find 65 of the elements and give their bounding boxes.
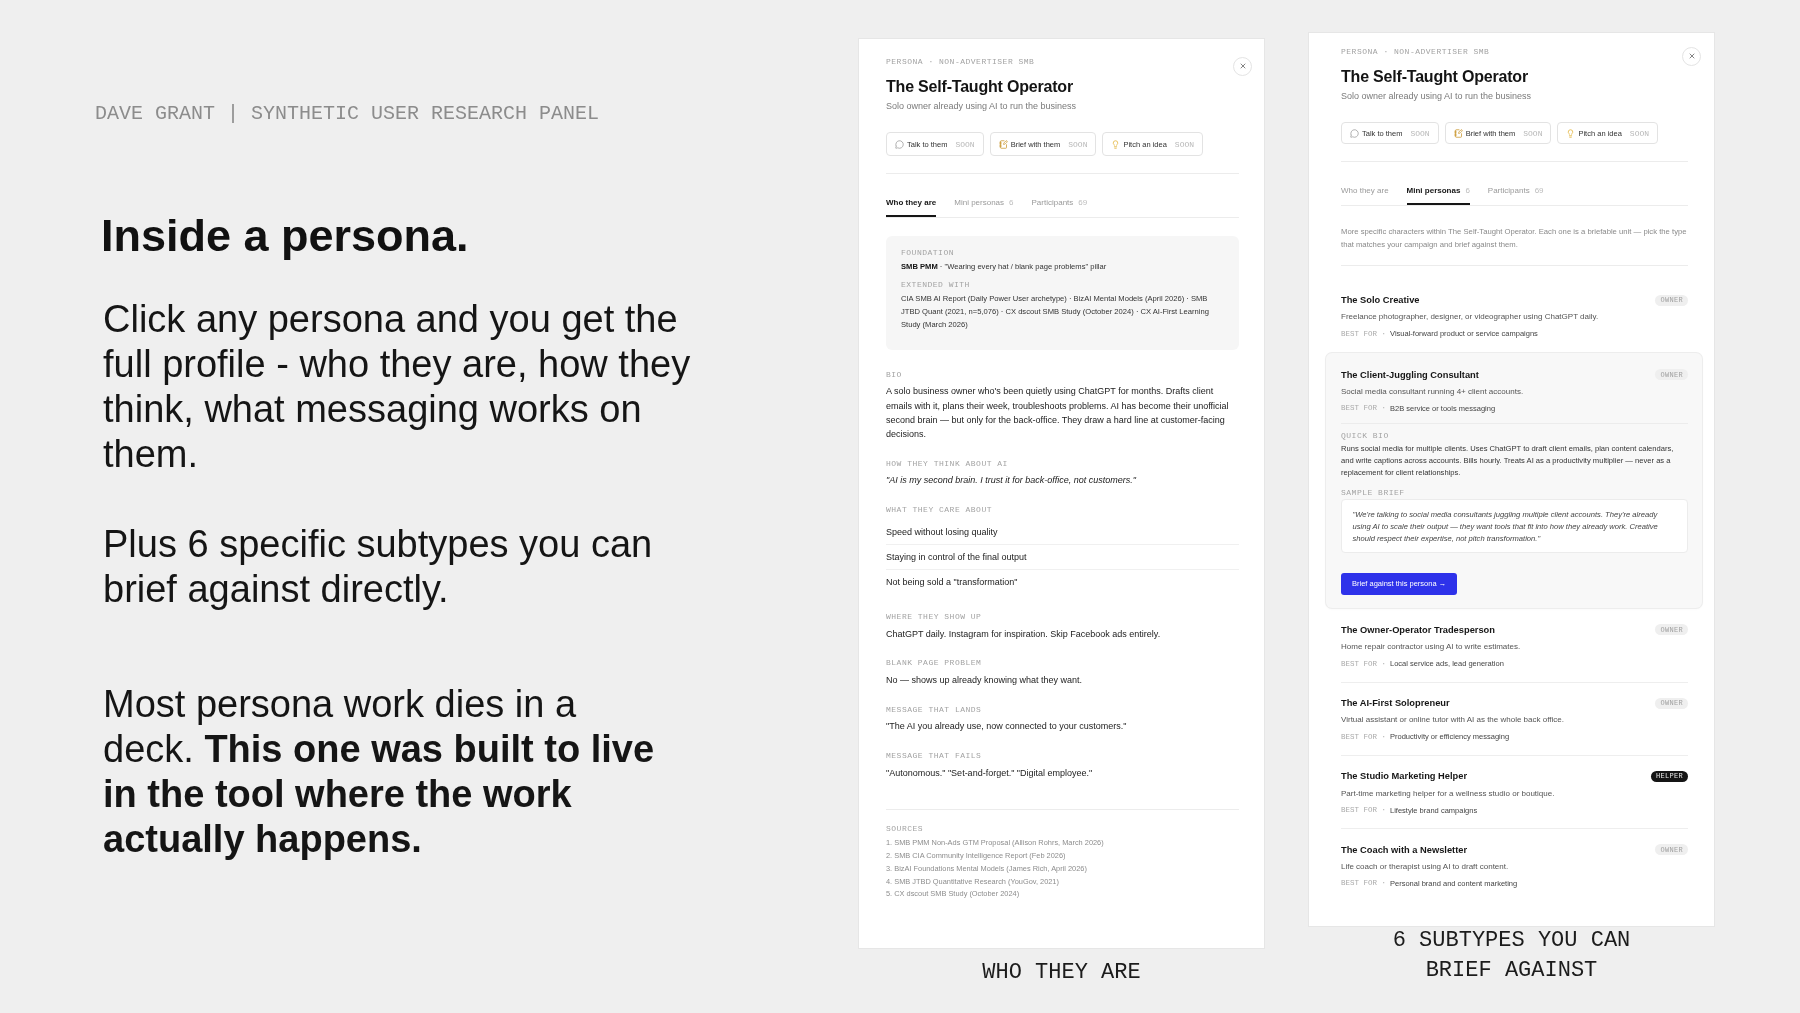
section-text: ChatGPT daily. Instagram for inspiration. Skip Facebook ads entirely. <box>886 627 1162 641</box>
persona-description: Life coach or therapist using AI to draft content. <box>1341 860 1509 872</box>
section-label: BLANK PAGE PROBLEM <box>886 658 982 668</box>
section-text: "The AI you already use, now connected to your customers." <box>886 720 1128 734</box>
persona-name: The Coach with a Newsletter <box>1341 843 1468 856</box>
persona-title: The Self-Taught Operator <box>1341 67 1528 87</box>
list-item: Speed without losing quality <box>886 525 999 539</box>
eyebrow-label: PERSONA · NON-ADVERTISER SMB <box>886 57 1035 66</box>
list-item: Not being sold a "transformation" <box>886 569 1239 595</box>
persona-name: The Studio Marketing Helper <box>1341 770 1468 783</box>
notepad-pen-icon <box>998 139 1008 149</box>
section-text: No — shows up already knowing what they want. <box>886 673 1084 687</box>
section-label: HOW THEY THINK ABOUT AI <box>886 459 1008 468</box>
section-text: A solo business owner who's been quietly using ChatGPT for months. Drafts client emails with it, plans their week, troubleshoots problems. AI has become their unofficial second brain — but only for the back-office. They draw a hard line at customer-facing decisions. <box>886 385 1230 442</box>
hint-label: SOON <box>1410 128 1430 138</box>
persona-name: The AI-First Solopreneur <box>1341 697 1450 710</box>
section-label: QUICK BIO <box>1341 430 1389 440</box>
header-label: DAVE GRANT | SYNTHETIC USER RESEARCH PANEL <box>95 102 600 126</box>
persona-description: Social media consultant running 4+ client accounts. <box>1341 385 1524 397</box>
persona-subtitle: Solo owner already using AI to run the business <box>886 100 1077 112</box>
notepad-pen-icon <box>1453 128 1463 138</box>
section-label: SOURCES <box>886 823 924 833</box>
persona-name: The Solo Creative <box>1341 294 1420 306</box>
eyebrow-label: PERSONA · NON-ADVERTISER SMB <box>1341 47 1490 56</box>
persona-description: Part-time marketing helper for a wellness studio or boutique. <box>1341 787 1555 799</box>
section-label: FOUNDATION <box>901 248 954 257</box>
close-icon <box>1238 62 1247 70</box>
section-label: WHERE THEY SHOW UP <box>886 612 982 622</box>
section-label: WHAT THEY CARE ABOUT <box>886 505 992 515</box>
close-button[interactable] <box>1233 56 1252 76</box>
speech-bubble-icon <box>1350 128 1359 138</box>
hint-label: SOON <box>1629 128 1650 138</box>
persona-name: The Owner-Operator Tradesperson <box>1341 624 1495 636</box>
panel-caption: WHO THEY ARE <box>981 959 1142 987</box>
tab-count: 6 <box>1009 197 1014 209</box>
body-paragraph: Click any persona and you get the full profile - who they are, how they think, what messaging works on them. <box>103 297 692 477</box>
panel-caption: 6 SUBTYPES YOU CAN BRIEF AGAINST <box>1391 927 1632 985</box>
persona-name: The Client-Juggling Consultant <box>1341 368 1479 381</box>
persona-description: Virtual assistant or online tutor with AI as the whole back office. <box>1341 714 1564 726</box>
persona-card[interactable] <box>1326 352 1702 608</box>
lightbulb-icon <box>1111 139 1121 149</box>
persona-title: The Self-Taught Operator <box>886 77 1073 97</box>
headline: Inside a persona. <box>101 209 469 263</box>
persona-description: Freelance photographer, designer, or videographer using ChatGPT daily. <box>1341 311 1599 323</box>
hint-label: SOON <box>1068 139 1088 149</box>
hint-label: SOON <box>955 139 975 149</box>
list-item: Staying in control of the final output <box>886 544 1239 570</box>
section-label: MESSAGE THAT FAILS <box>886 751 982 761</box>
close-icon <box>1687 52 1696 60</box>
persona-subtitle: Solo owner already using AI to run the business <box>1341 90 1532 102</box>
tab[interactable]: Who they are <box>886 197 937 217</box>
speech-bubble-icon <box>895 139 904 149</box>
section-label: BIO <box>886 369 902 379</box>
body-paragraph: Most persona work dies in a deck. This one was built to live in the tool where the work actually happens. <box>103 682 656 862</box>
body-paragraph: Plus 6 specific subtypes you can brief against directly. <box>103 522 654 612</box>
hint-label: SOON <box>1523 128 1543 138</box>
persona-description: Home repair contractor using AI to write estimates. <box>1341 641 1521 653</box>
close-button[interactable] <box>1682 46 1701 66</box>
lightbulb-icon <box>1566 128 1576 138</box>
section-label: MESSAGE THAT LANDS <box>886 704 982 714</box>
quote-text: "AI is my second brain. I trust it for back-office, not customers." <box>886 474 1138 488</box>
section-label: EXTENDED WITH <box>901 279 970 289</box>
section-label: SAMPLE BRIEF <box>1341 488 1405 497</box>
section-text: "Autonomous." "Set-and-forget." "Digital employee." <box>886 766 1094 780</box>
hint-label: SOON <box>1174 139 1195 149</box>
